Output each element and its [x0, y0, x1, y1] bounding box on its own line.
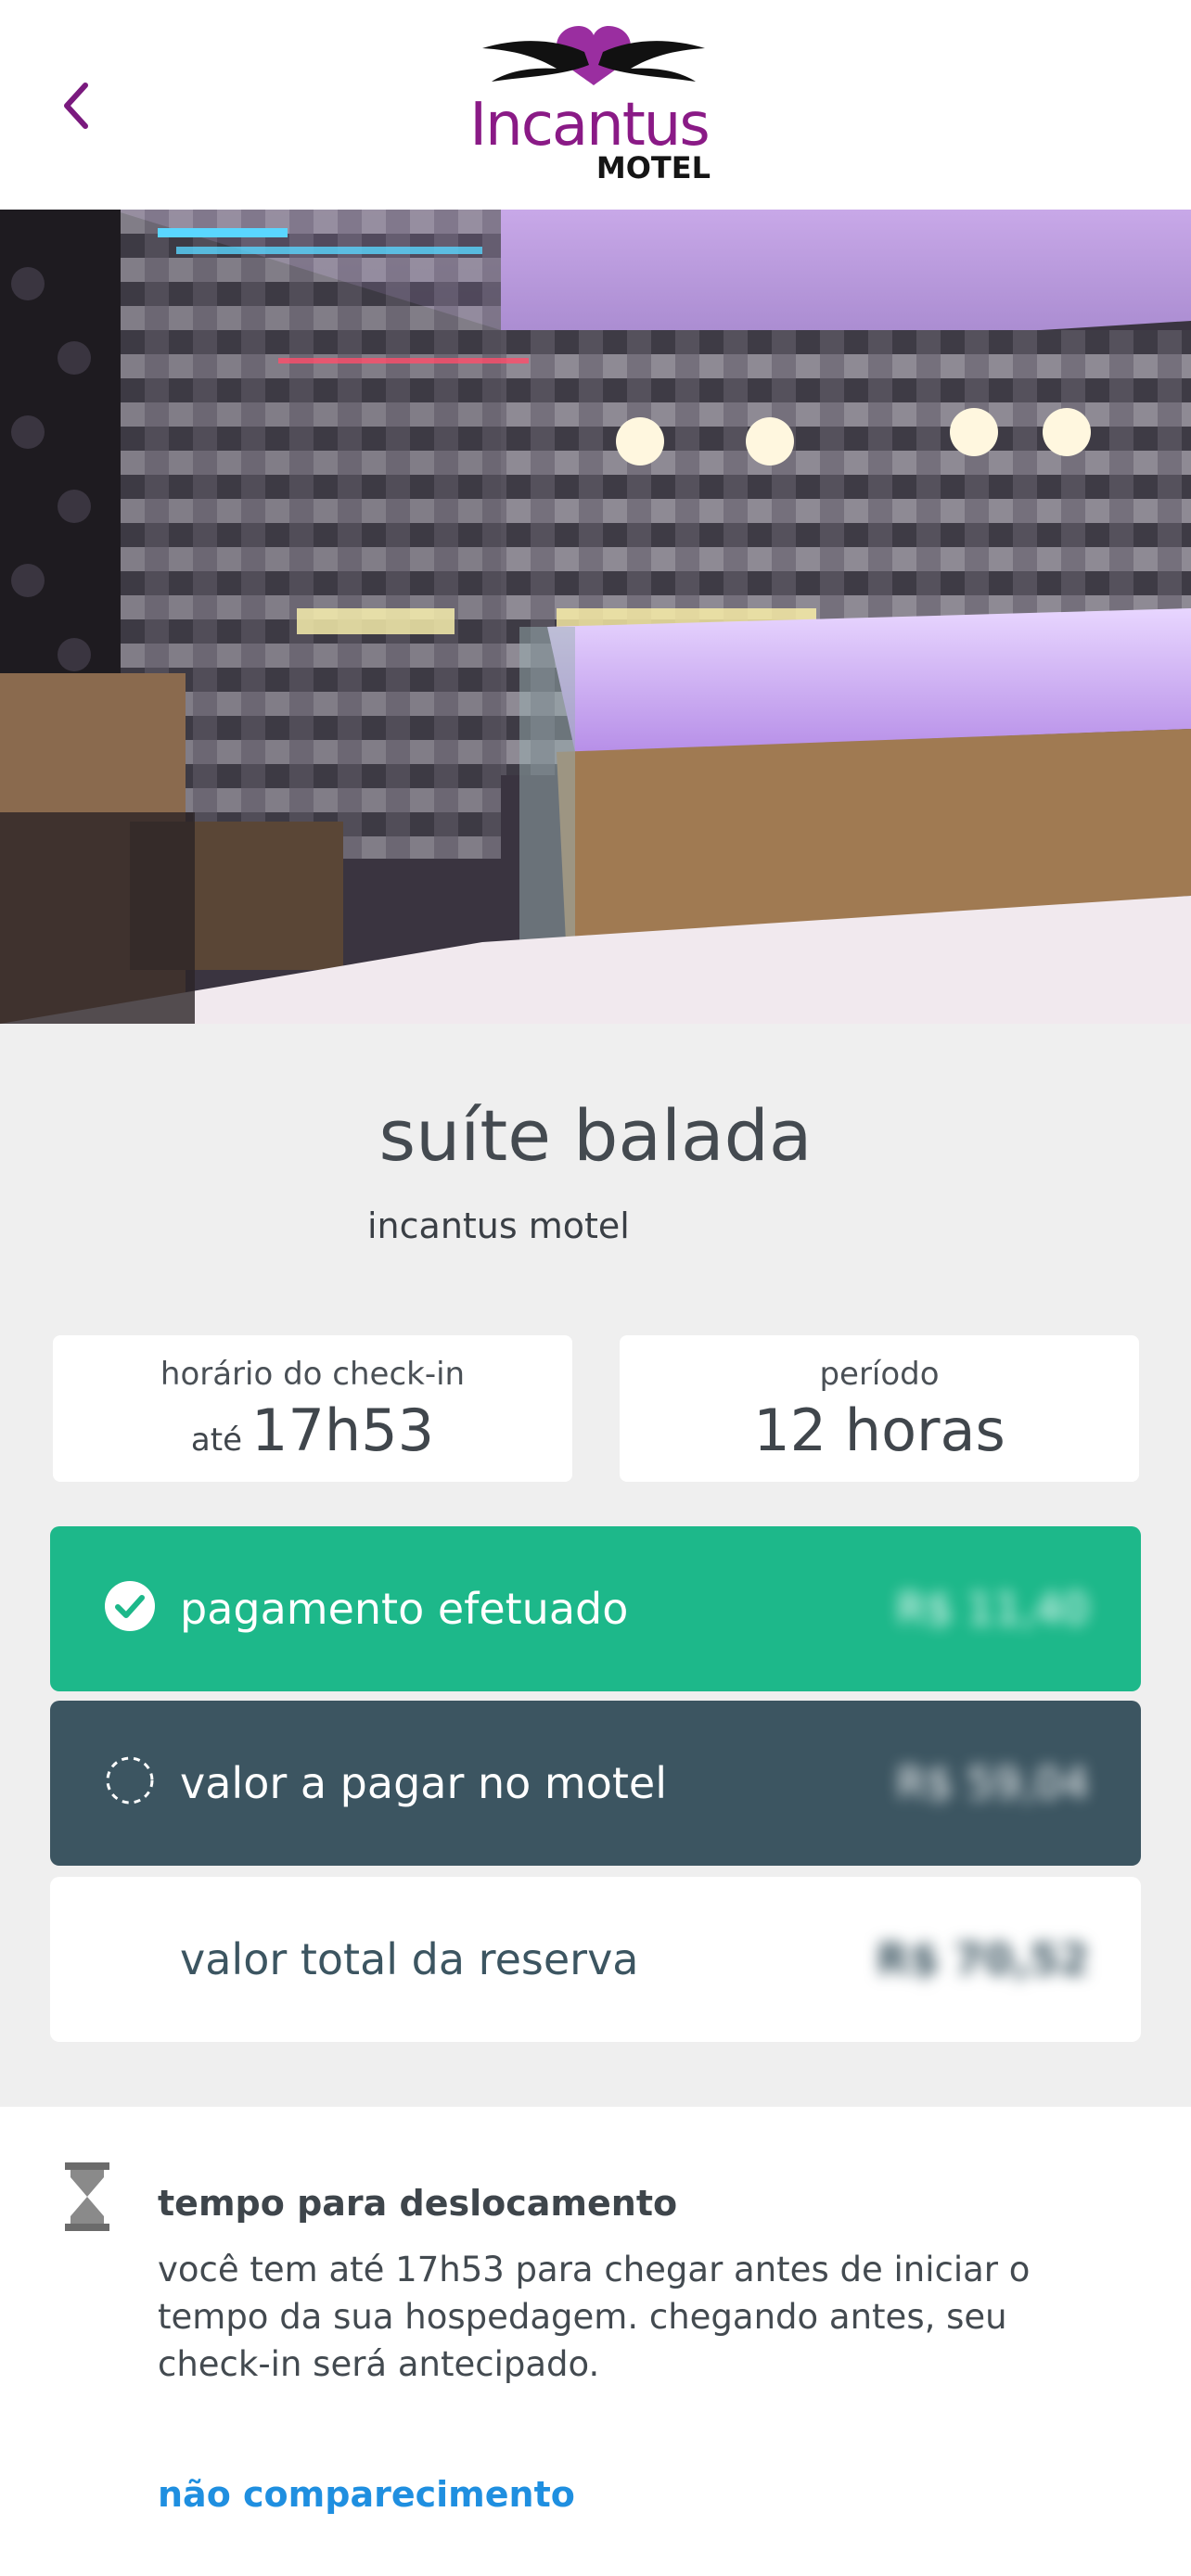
- payment-paid-row: pagamento efetuado R$ 11,40: [50, 1526, 1141, 1691]
- due-amount: R$ 59,04: [896, 1758, 1089, 1808]
- payment-due-row: valor a pagar no motel R$ 59,04: [50, 1701, 1141, 1866]
- motel-name: incantus motel: [367, 1205, 630, 1246]
- travel-time-section: tempo para deslocamento você tem até 17h…: [0, 2107, 1191, 2576]
- logo-subtext: MOTEL: [596, 150, 711, 185]
- due-label: valor a pagar no motel: [180, 1758, 667, 1808]
- logo-text: Incantus: [469, 91, 710, 159]
- total-amount: R$ 70,52: [877, 1934, 1089, 1984]
- period-card: período 12 horas: [620, 1335, 1139, 1482]
- total-label: valor total da reserva: [180, 1934, 639, 1984]
- checkin-card: horário do check-in até 17h53: [53, 1335, 572, 1482]
- back-button[interactable]: [48, 72, 104, 139]
- suite-name: suíte balada: [378, 1094, 813, 1177]
- period-label: período: [819, 1356, 940, 1393]
- checkin-prefix: até: [190, 1422, 242, 1459]
- travel-time-title: tempo para deslocamento: [158, 2183, 678, 2224]
- paid-amount: R$ 11,40: [896, 1584, 1089, 1634]
- swallow-heart-icon: [482, 26, 705, 85]
- travel-time-text: você tem até 17h53 para chegar antes de …: [158, 2250, 1031, 2384]
- chevron-left-icon: [64, 83, 88, 129]
- period-value: 12 horas: [753, 1396, 1005, 1464]
- suite-photo: [0, 210, 1191, 1024]
- app-header: Incantus MOTEL: [0, 0, 1191, 210]
- dashed-circle-icon: [106, 1756, 154, 1804]
- checkin-time: 17h53: [251, 1396, 435, 1464]
- checkin-label: horário do check-in: [160, 1356, 466, 1393]
- paid-label: pagamento efetuado: [180, 1584, 629, 1634]
- hourglass-icon: [65, 2162, 109, 2231]
- no-show-link[interactable]: não comparecimento: [158, 2474, 575, 2515]
- payment-total-row: valor total da reserva R$ 70,52: [50, 1877, 1141, 2042]
- checkin-value: até 17h53: [53, 1396, 572, 1464]
- motel-logo: Incantus MOTEL: [464, 20, 724, 187]
- check-circle-icon: [105, 1581, 155, 1631]
